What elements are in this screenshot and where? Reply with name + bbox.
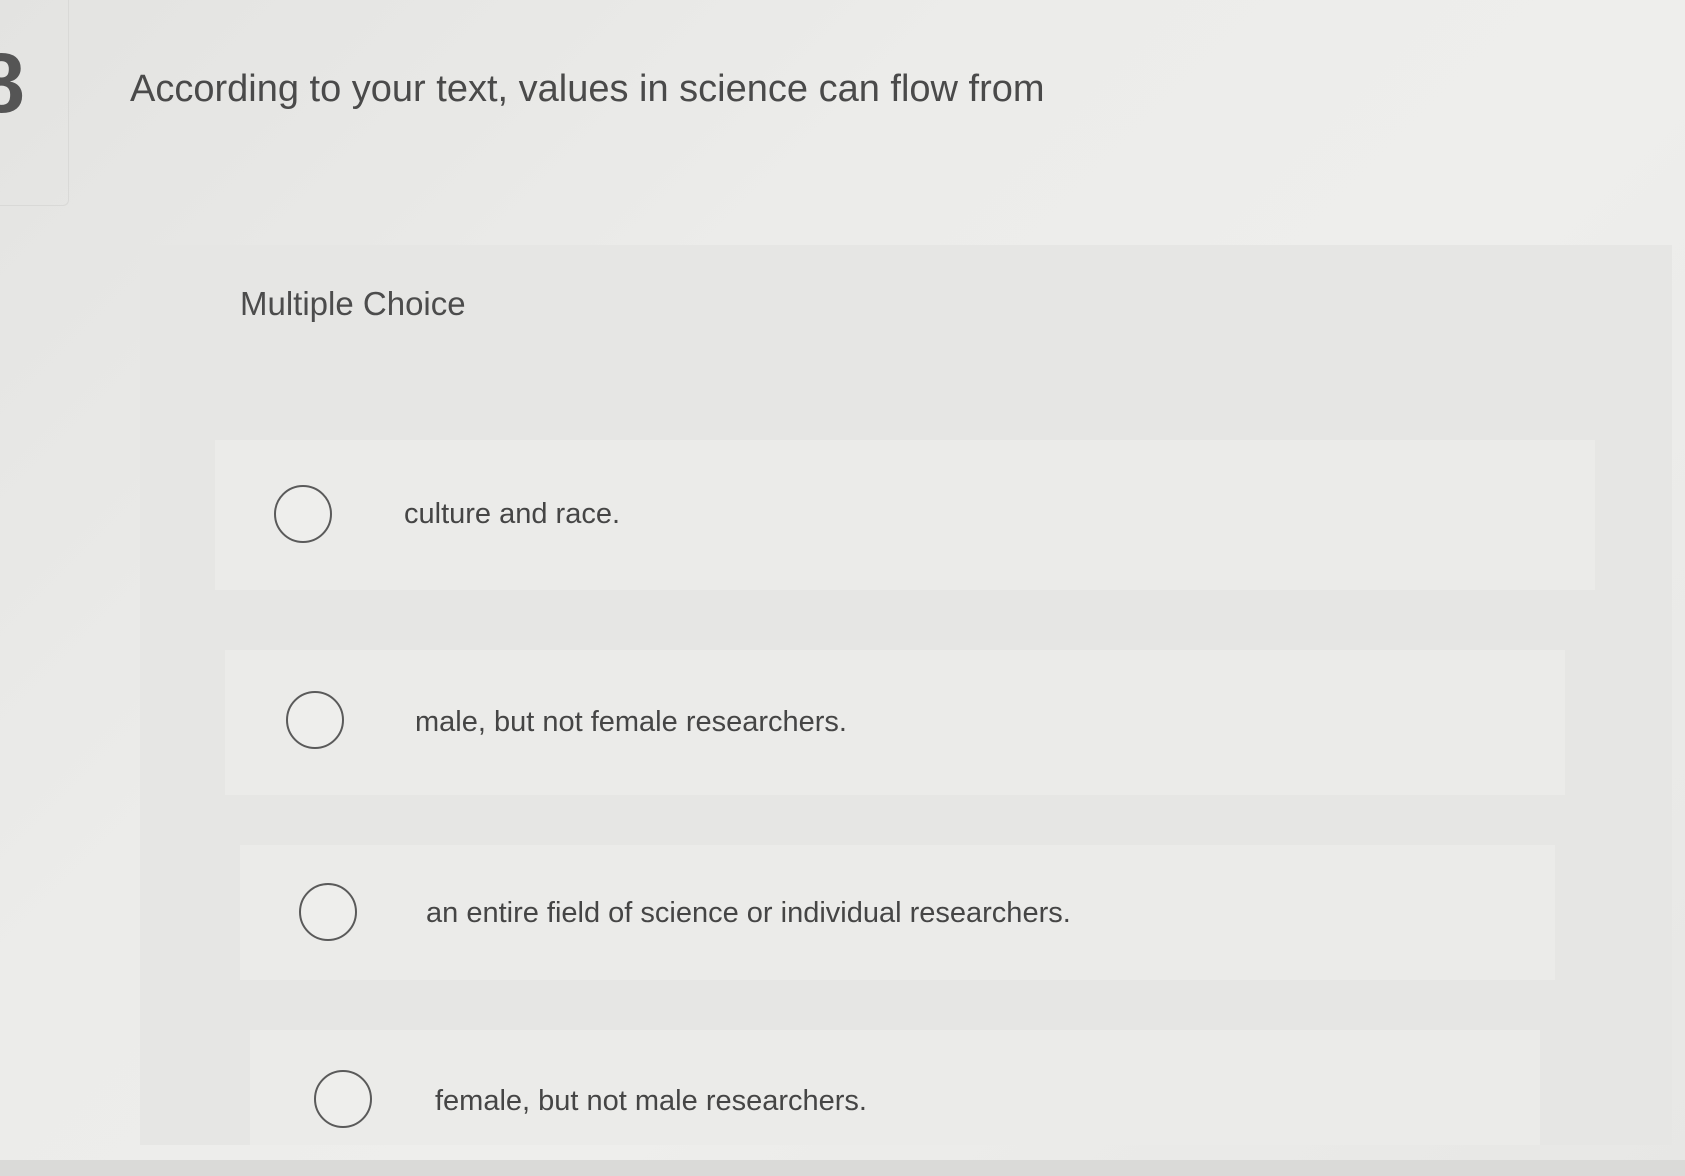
question-number: 8 (0, 38, 25, 128)
answer-option-label: an entire field of science or individual… (426, 897, 1071, 929)
question-type-label: Multiple Choice (240, 285, 466, 322)
answer-option-label: female, but not male researchers. (435, 1085, 867, 1117)
answer-option-4[interactable]: female, but not male researchers. (250, 1030, 1540, 1145)
radio-button-icon[interactable] (314, 1070, 372, 1128)
answer-option-label: male, but not female researchers. (415, 706, 847, 738)
radio-button-icon[interactable] (286, 691, 344, 749)
answer-option-3[interactable]: an entire field of science or individual… (240, 845, 1555, 980)
answer-option-2[interactable]: male, but not female researchers. (225, 650, 1565, 795)
radio-button-icon[interactable] (274, 485, 332, 543)
answer-option-label: culture and race. (404, 498, 621, 530)
radio-button-icon[interactable] (299, 883, 357, 941)
bottom-edge (0, 1160, 1685, 1176)
question-prompt: According to your text, values in scienc… (130, 68, 1045, 110)
answer-option-1[interactable]: culture and race. (215, 440, 1595, 590)
